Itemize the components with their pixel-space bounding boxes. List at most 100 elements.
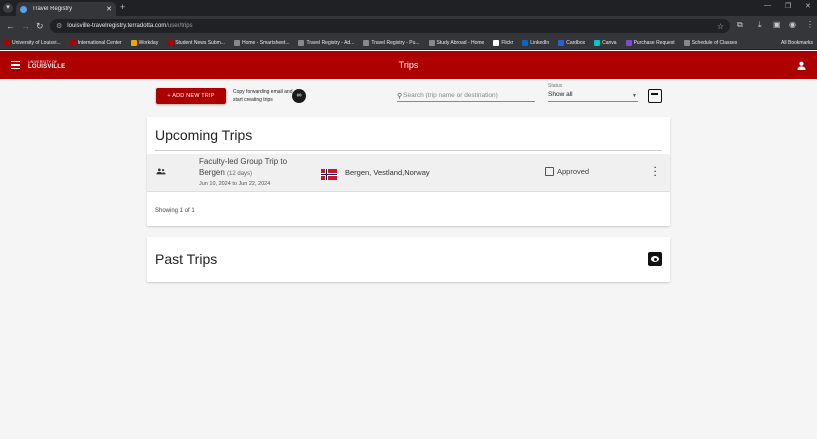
show-past-trips-eye-icon[interactable] — [648, 252, 662, 266]
bookmark-label: Student News Subm... — [175, 39, 225, 46]
trips-toolbar: + ADD NEW TRIP Copy forwarding email and… — [0, 83, 817, 109]
bookmark-item[interactable]: University of Louisvi... — [4, 39, 61, 46]
bookmark-item[interactable]: Flickr — [493, 39, 514, 46]
tab-favicon-icon — [20, 5, 27, 13]
tab-close-icon[interactable]: ✕ — [106, 5, 112, 13]
bookmark-favicon-icon — [625, 39, 632, 46]
bookmark-label: Canva — [602, 39, 617, 46]
norway-flag-icon — [321, 169, 337, 180]
bookmark-label: Cardbox — [566, 39, 586, 46]
search-input[interactable] — [403, 92, 529, 99]
extensions-icon[interactable]: ⧉ — [737, 20, 743, 30]
trip-name[interactable]: Faculty-led Group Trip to Bergen (12 day… — [199, 156, 314, 180]
bookmark-favicon-icon — [167, 39, 174, 46]
results-count: Showing 1 of 1 — [155, 208, 195, 214]
account-icon[interactable] — [797, 61, 806, 70]
calendar-icon[interactable] — [648, 89, 662, 103]
profile-icon[interactable]: ◉ — [789, 20, 796, 29]
bookmark-label: Workday — [138, 39, 159, 46]
bookmark-favicon-icon — [558, 39, 565, 46]
bookmark-favicon-icon — [130, 39, 137, 46]
bookmark-label: International Center — [77, 39, 122, 46]
bookmark-favicon-icon — [4, 39, 10, 46]
sidebar-icon[interactable]: ▣ — [773, 20, 781, 29]
bookmark-label: Home - Smartsheet... — [241, 39, 290, 46]
bookmark-label: LinkedIn — [530, 39, 550, 46]
bookmark-favicon-icon — [683, 39, 690, 46]
trip-status-label: Approved — [557, 167, 590, 176]
more-options-icon[interactable]: · · · — [654, 164, 658, 180]
upcoming-trips-card: Upcoming Trips Faculty-led Group Trip to… — [147, 117, 670, 226]
bookmark-label: Travel Registry - Ad... — [306, 39, 355, 46]
bookmark-item[interactable]: Workday — [130, 39, 159, 46]
group-icon — [156, 168, 166, 175]
bookmark-label: Flickr — [501, 39, 514, 46]
bookmark-favicon-icon — [363, 39, 370, 46]
copy-link-icon[interactable]: ∞ — [292, 89, 306, 103]
forward-icon[interactable]: → — [21, 21, 30, 31]
tab-title: Travel Registry — [32, 6, 73, 12]
bookmark-favicon-icon — [522, 39, 529, 46]
trip-dates: Jun 10, 2024 to Jun 22, 2024 — [199, 181, 271, 187]
trip-duration: (12 days) — [227, 171, 253, 177]
browser-tab-strip: ▾ Travel Registry ✕ + — ❐ ✕ — [0, 0, 817, 16]
bookmark-item[interactable]: International Center — [69, 39, 122, 46]
page-title: Trips — [398, 60, 419, 70]
address-bar[interactable]: ⚙ louisville-travelregistry.terradotta.c… — [50, 19, 730, 33]
add-new-trip-button[interactable]: + ADD NEW TRIP — [156, 88, 226, 104]
divider — [155, 150, 662, 151]
approved-icon — [545, 167, 554, 176]
reload-icon[interactable]: ↻ — [36, 21, 44, 31]
copy-forwarding-email-text: Copy forwarding email and start creating… — [233, 89, 293, 103]
bookmarks-bar: University of Louisvi... International Ce… — [0, 36, 817, 50]
bookmark-label: Purchase Request — [633, 39, 675, 46]
past-trips-card: Past Trips — [147, 237, 670, 282]
bookmark-label: University of Louisvi... — [12, 39, 61, 46]
search-icon: ⚲ — [397, 92, 403, 100]
bookmark-item[interactable]: Travel Registry - Pu... — [363, 39, 420, 46]
bookmark-star-icon[interactable]: ☆ — [717, 22, 724, 31]
browser-menu-icon[interactable]: ⋮ — [806, 20, 814, 29]
bookmark-favicon-icon — [594, 39, 601, 46]
bookmark-favicon-icon — [493, 39, 500, 46]
url-text[interactable]: louisville-travelregistry.terradotta.com… — [67, 23, 192, 29]
bookmark-item[interactable]: Canva — [594, 39, 617, 46]
app-header: UNIVERSITY OF LOUISVILLE Trips — [0, 51, 817, 79]
past-trips-heading: Past Trips — [155, 251, 218, 267]
bookmark-label: Schedule of Classes — [691, 39, 738, 46]
bookmark-label: Study Abroad - Home — [436, 39, 485, 46]
bookmark-label: Travel Registry - Pu... — [371, 39, 420, 46]
browser-tab[interactable]: Travel Registry ✕ — [16, 2, 116, 16]
trip-destination: Bergen, Vestland,Norway — [345, 168, 430, 177]
minimize-icon[interactable]: — — [764, 2, 771, 9]
trip-status: Approved — [545, 167, 589, 176]
bookmark-item[interactable]: Travel Registry - Ad... — [298, 39, 355, 46]
status-label: Status — [548, 83, 563, 89]
upcoming-trips-heading: Upcoming Trips — [155, 127, 253, 143]
bookmark-favicon-icon — [428, 39, 435, 46]
all-bookmarks[interactable]: All Bookmarks — [781, 40, 813, 46]
status-value: Show all — [548, 91, 573, 98]
bookmark-item[interactable]: Study Abroad - Home — [428, 39, 485, 46]
bookmark-item[interactable]: LinkedIn — [522, 39, 550, 46]
bookmark-favicon-icon — [233, 39, 240, 46]
window-close-icon[interactable]: ✕ — [805, 2, 811, 10]
trip-search: ⚲ — [397, 90, 535, 102]
status-select[interactable]: Show all ▼ — [548, 91, 638, 102]
chevron-down-icon: ▼ — [632, 93, 637, 99]
bookmark-item[interactable]: Home - Smartsheet... — [233, 39, 290, 46]
new-tab-icon[interactable]: + — [120, 2, 125, 12]
bookmark-item[interactable]: Purchase Request — [625, 39, 675, 46]
tab-search-icon[interactable]: ▾ — [3, 3, 13, 13]
bookmark-item[interactable]: Schedule of Classes — [683, 39, 738, 46]
bookmark-favicon-icon — [69, 39, 76, 46]
address-bar-row: ← → ↻ ⚙ louisville-travelregistry.terrad… — [0, 16, 817, 36]
trip-row[interactable]: Faculty-led Group Trip to Bergen (12 day… — [147, 154, 670, 192]
site-info-icon[interactable]: ⚙ — [56, 22, 62, 30]
download-icon[interactable]: ⤓ — [758, 20, 762, 30]
bookmark-item[interactable]: Student News Subm... — [167, 39, 225, 46]
bookmark-item[interactable]: Cardbox — [558, 39, 586, 46]
maximize-icon[interactable]: ❐ — [785, 2, 791, 10]
back-icon[interactable]: ← — [6, 21, 15, 31]
bookmark-favicon-icon — [298, 39, 305, 46]
